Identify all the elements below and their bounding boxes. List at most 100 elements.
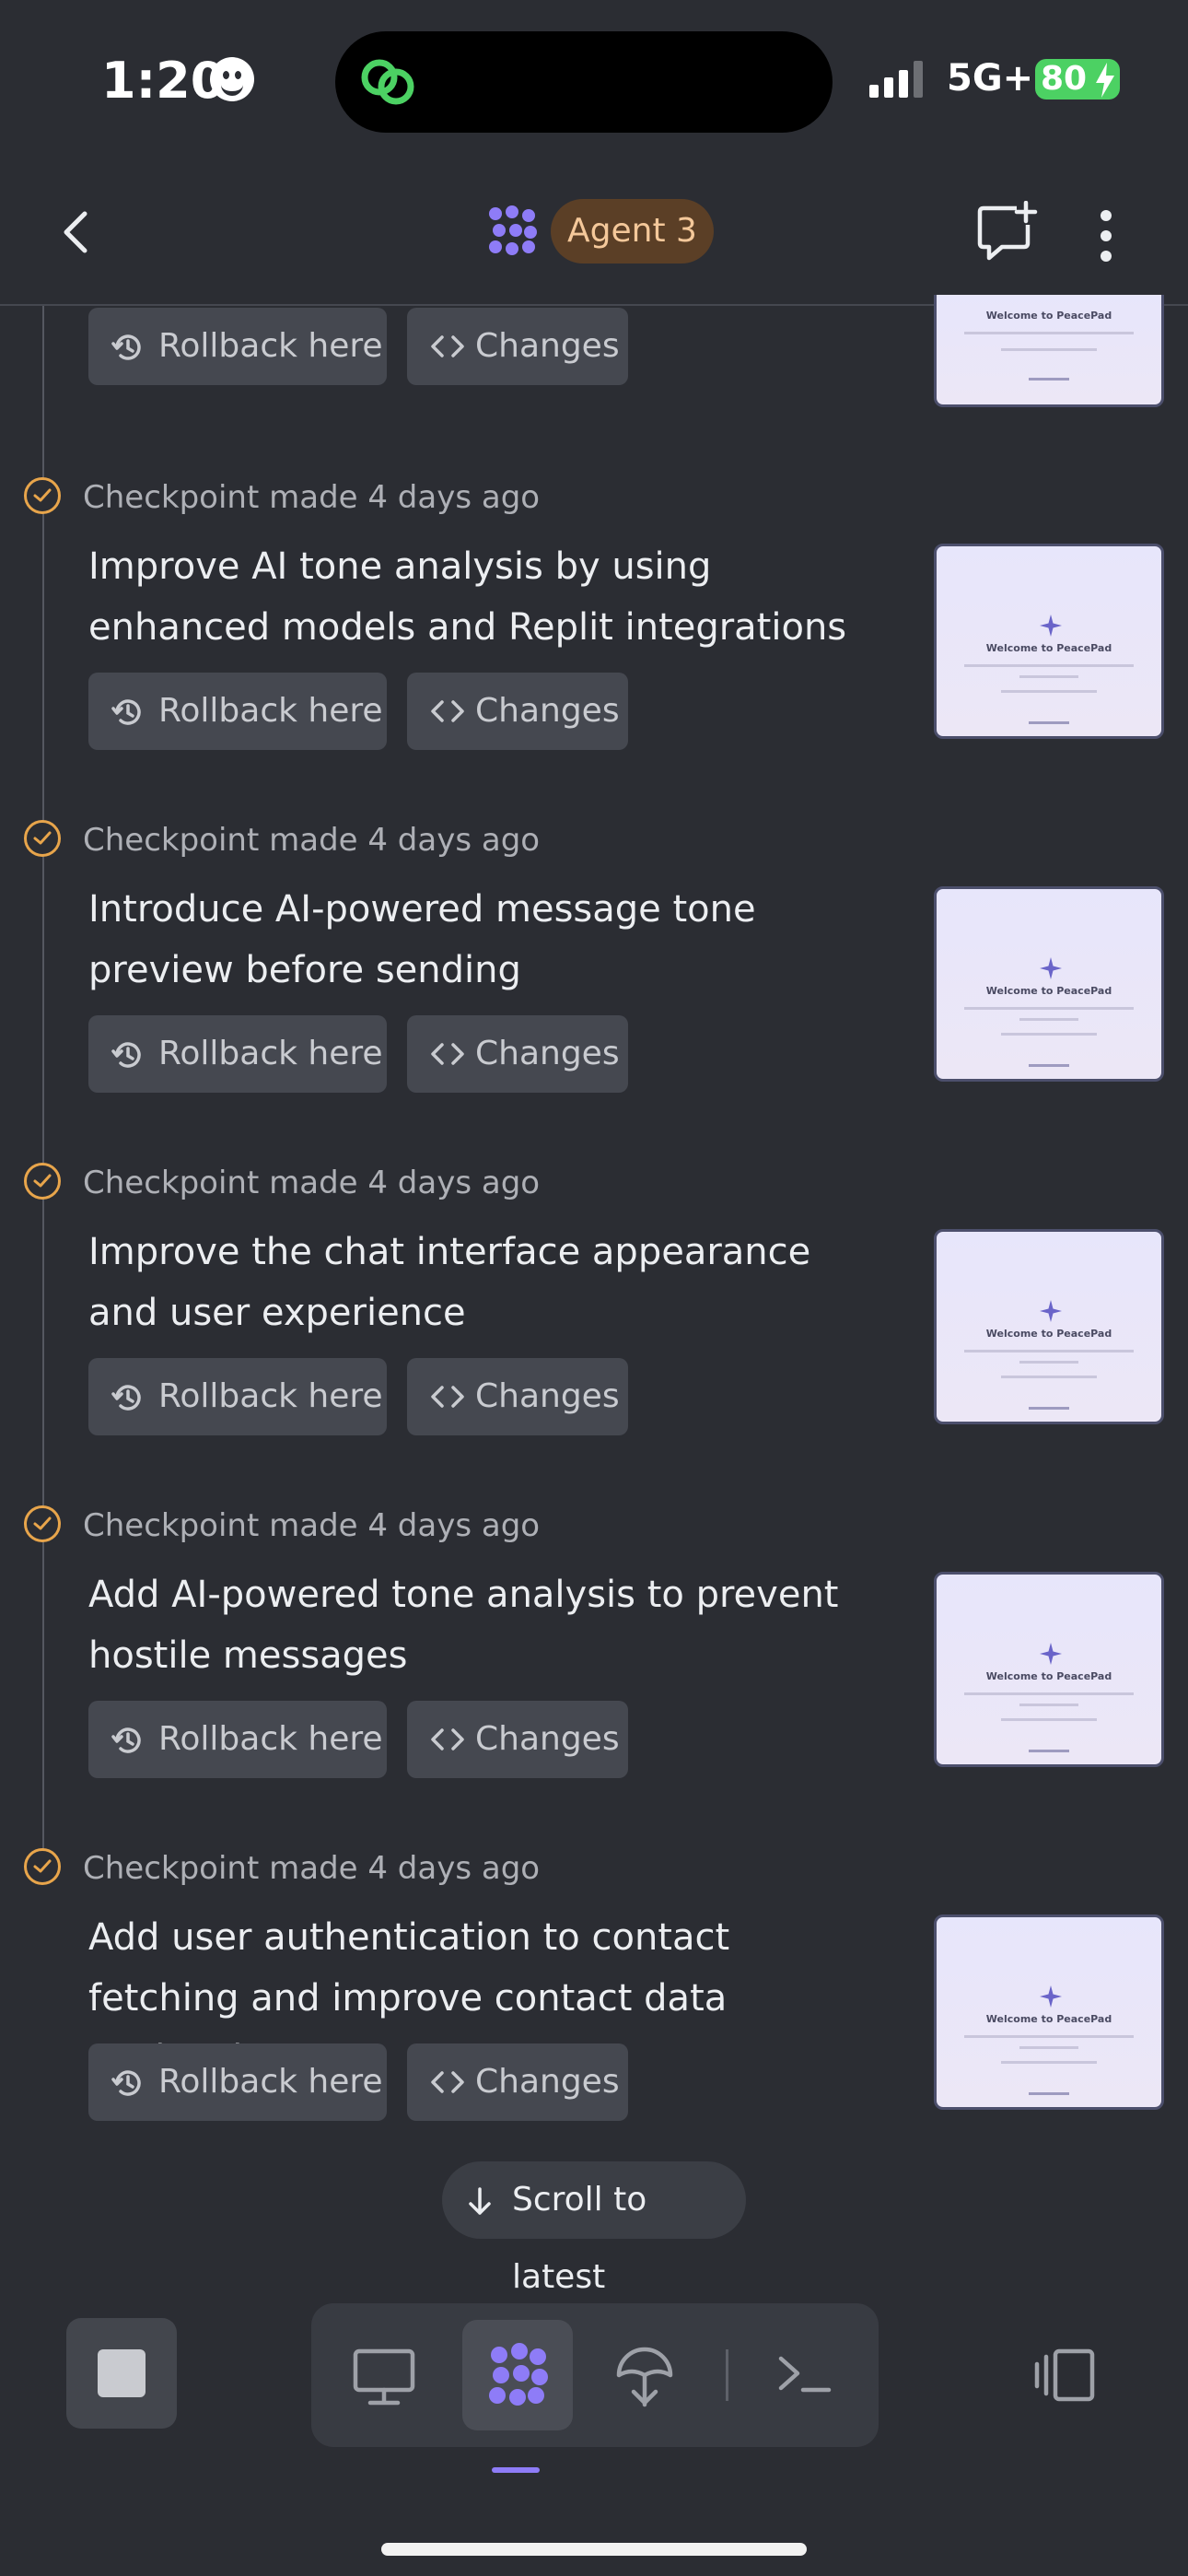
more-vertical-icon[interactable] (1092, 208, 1120, 263)
rollback-label: Rollback here (158, 327, 383, 365)
rollback-label: Rollback here (158, 1377, 383, 1415)
thumbnail-title: Welcome to PeacePad (985, 1670, 1112, 1682)
thumbnail-title: Welcome to PeacePad (985, 2013, 1112, 2025)
deploy-icon (616, 2347, 673, 2407)
history-icon (111, 1385, 141, 1411)
link-icon (361, 59, 414, 105)
smiley-icon (210, 57, 254, 101)
network-type: 5G+ (947, 57, 1034, 100)
checkpoint-check-icon (24, 1163, 61, 1200)
back-chevron-icon[interactable] (52, 206, 103, 258)
rollback-label: Rollback here (158, 692, 383, 730)
bottom-dock (311, 2303, 879, 2447)
code-icon (431, 335, 464, 357)
rollback-label: Rollback here (158, 2063, 383, 2101)
changes-label: Changes (475, 1720, 620, 1758)
app-header: Agent 3 (0, 157, 1188, 306)
history-icon (111, 699, 141, 725)
changes-label: Changes (475, 1377, 620, 1415)
thumbnail-title: Welcome to PeacePad (985, 642, 1112, 654)
charging-icon (1096, 63, 1114, 98)
rollback-button[interactable]: Rollback here (88, 1358, 387, 1435)
arrow-down-icon (469, 2187, 491, 2215)
checkpoint-preview-thumbnail[interactable]: Welcome to PeacePad (934, 1914, 1164, 2110)
rollback-label: Rollback here (158, 1035, 383, 1072)
history-icon (111, 1042, 141, 1068)
desktop-preview-button[interactable] (328, 2320, 438, 2430)
checkpoint-preview-thumbnail[interactable]: Welcome to PeacePad (934, 1229, 1164, 1424)
checkpoint-check-icon (24, 477, 61, 514)
changes-button[interactable]: Changes (407, 1358, 628, 1435)
scroll-to-latest-button[interactable]: Scroll to latest (442, 2161, 746, 2296)
checkpoint-title: Improve the chat interface appearance an… (88, 1231, 811, 1334)
history-icon (111, 2070, 141, 2096)
checkpoint-preview-thumbnail[interactable]: Welcome to PeacePad (934, 544, 1164, 739)
code-icon (431, 1386, 464, 1408)
changes-label: Changes (475, 692, 620, 730)
signal-icon (869, 61, 923, 98)
history-icon (111, 1727, 141, 1753)
active-tab-indicator (492, 2467, 540, 2473)
history-icon (111, 334, 141, 360)
dock-separator (726, 2349, 728, 2401)
terminal-icon (778, 2356, 832, 2393)
changes-button[interactable]: Changes (407, 2043, 628, 2121)
rollback-button[interactable]: Rollback here (88, 2043, 387, 2121)
battery-level: 80 (1041, 60, 1088, 98)
code-icon (431, 1728, 464, 1751)
agent-tab-button[interactable] (462, 2320, 573, 2430)
rollback-button[interactable]: Rollback here (88, 673, 387, 750)
code-icon (431, 700, 464, 722)
checkpoint-preview-thumbnail[interactable]: Welcome to PeacePad (934, 886, 1164, 1082)
changes-button[interactable]: Changes (407, 308, 628, 385)
timeline-line (42, 306, 44, 1872)
changes-label: Changes (475, 2063, 620, 2101)
checkpoint-preview-thumbnail[interactable]: Welcome to PeacePad (934, 295, 1164, 407)
rollback-label: Rollback here (158, 1720, 383, 1758)
checkpoint-header: Checkpoint made 4 days ago (83, 1850, 541, 1887)
deploy-button[interactable] (589, 2320, 700, 2430)
checkpoint-header: Checkpoint made 4 days ago (83, 1165, 541, 1201)
agent-badge[interactable]: Agent 3 (551, 199, 714, 263)
changes-label: Changes (475, 327, 620, 365)
checkpoint-header: Checkpoint made 4 days ago (83, 1507, 541, 1544)
thumbnail-title: Welcome to PeacePad (985, 985, 1112, 997)
changes-label: Changes (475, 1035, 620, 1072)
checkpoint-title: Add AI-powered tone analysis to prevent … (88, 1574, 839, 1677)
sparkle-icon (1040, 1300, 1062, 1322)
checkpoint-header: Checkpoint made 4 days ago (83, 479, 541, 516)
new-chat-icon[interactable] (974, 201, 1041, 263)
thumbnail-title: Welcome to PeacePad (985, 310, 1112, 322)
dynamic-island (335, 31, 833, 133)
checkpoint-title: Improve AI tone analysis by using enhanc… (88, 545, 847, 649)
panel-toggle-icon[interactable] (1031, 2346, 1098, 2405)
desktop-preview-icon (353, 2348, 415, 2406)
status-time: 1:20 (101, 52, 226, 110)
stop-icon (98, 2349, 146, 2397)
checkpoint-check-icon (24, 1505, 61, 1542)
changes-button[interactable]: Changes (407, 673, 628, 750)
changes-button[interactable]: Changes (407, 1701, 628, 1778)
stop-button[interactable] (66, 2318, 177, 2429)
sparkle-icon (1040, 1643, 1062, 1665)
status-bar: 1:20 5G+ 80 (0, 0, 1188, 157)
checkpoint-header: Checkpoint made 4 days ago (83, 822, 541, 859)
thumbnail-title: Welcome to PeacePad (985, 1328, 1112, 1340)
checkpoint-check-icon (24, 1848, 61, 1885)
home-indicator (381, 2543, 807, 2556)
checkpoint-check-icon (24, 820, 61, 857)
rollback-button[interactable]: Rollback here (88, 1701, 387, 1778)
code-icon (431, 2071, 464, 2093)
sparkle-icon (1040, 1985, 1062, 2008)
terminal-button[interactable] (750, 2320, 860, 2430)
scroll-to-latest-label: Scroll to latest (512, 2181, 647, 2296)
sparkle-icon (1040, 615, 1062, 637)
sparkle-icon (1040, 957, 1062, 979)
changes-button[interactable]: Changes (407, 1015, 628, 1093)
agent-icon (489, 2343, 548, 2406)
rollback-button[interactable]: Rollback here (88, 1015, 387, 1093)
rollback-button[interactable]: Rollback here (88, 308, 387, 385)
code-icon (431, 1043, 464, 1065)
agent-logo-icon (489, 205, 537, 255)
checkpoint-preview-thumbnail[interactable]: Welcome to PeacePad (934, 1572, 1164, 1767)
